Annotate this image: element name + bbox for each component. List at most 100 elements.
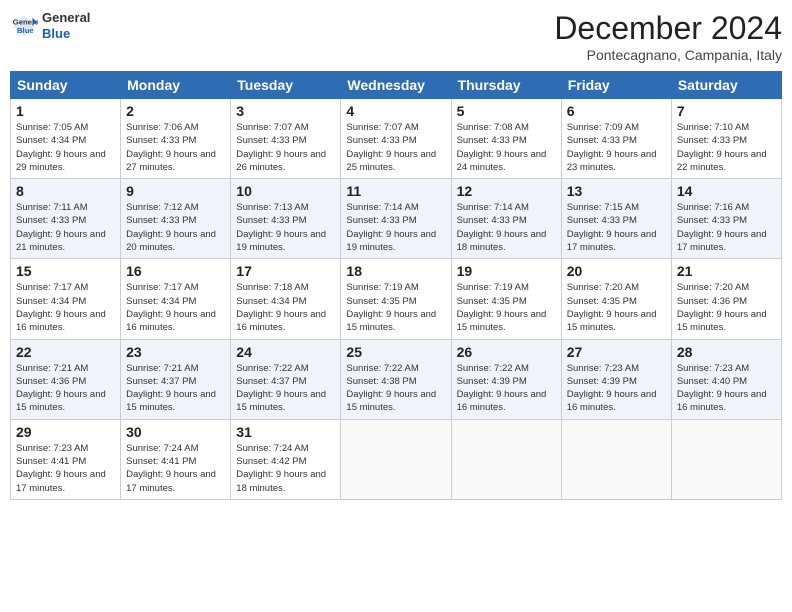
day-info: Sunrise: 7:06 AMSunset: 4:33 PMDaylight:… bbox=[126, 121, 225, 174]
svg-text:Blue: Blue bbox=[17, 26, 34, 35]
logo-blue-text: Blue bbox=[42, 26, 90, 42]
day-info: Sunrise: 7:21 AMSunset: 4:37 PMDaylight:… bbox=[126, 362, 225, 415]
day-info: Sunrise: 7:23 AMSunset: 4:40 PMDaylight:… bbox=[677, 362, 776, 415]
calendar-header-tuesday: Tuesday bbox=[231, 72, 341, 99]
day-number: 23 bbox=[126, 344, 225, 360]
calendar-cell: 16 Sunrise: 7:17 AMSunset: 4:34 PMDayligh… bbox=[121, 259, 231, 339]
day-info: Sunrise: 7:10 AMSunset: 4:33 PMDaylight:… bbox=[677, 121, 776, 174]
day-number: 5 bbox=[457, 103, 556, 119]
day-info: Sunrise: 7:21 AMSunset: 4:36 PMDaylight:… bbox=[16, 362, 115, 415]
calendar-cell: 28 Sunrise: 7:23 AMSunset: 4:40 PMDayligh… bbox=[671, 339, 781, 419]
day-info: Sunrise: 7:11 AMSunset: 4:33 PMDaylight:… bbox=[16, 201, 115, 254]
calendar-cell: 24 Sunrise: 7:22 AMSunset: 4:37 PMDayligh… bbox=[231, 339, 341, 419]
calendar-cell: 15 Sunrise: 7:17 AMSunset: 4:34 PMDayligh… bbox=[11, 259, 121, 339]
day-number: 8 bbox=[16, 183, 115, 199]
day-number: 6 bbox=[567, 103, 666, 119]
day-number: 12 bbox=[457, 183, 556, 199]
calendar-week-row: 15 Sunrise: 7:17 AMSunset: 4:34 PMDayligh… bbox=[11, 259, 782, 339]
calendar-cell: 1 Sunrise: 7:05 AMSunset: 4:34 PMDaylight… bbox=[11, 99, 121, 179]
calendar-cell: 11 Sunrise: 7:14 AMSunset: 4:33 PMDayligh… bbox=[341, 179, 451, 259]
calendar-cell: 23 Sunrise: 7:21 AMSunset: 4:37 PMDayligh… bbox=[121, 339, 231, 419]
day-number: 9 bbox=[126, 183, 225, 199]
calendar-cell bbox=[341, 419, 451, 499]
calendar-cell: 4Sunrise: 7:07 AMSunset: 4:33 PMDaylight… bbox=[341, 99, 451, 179]
day-number: 29 bbox=[16, 424, 115, 440]
calendar-cell: 29 Sunrise: 7:23 AMSunset: 4:41 PMDayligh… bbox=[11, 419, 121, 499]
day-number: 13 bbox=[567, 183, 666, 199]
day-info: Sunrise: 7:07 AMSunset: 4:33 PMDaylight:… bbox=[236, 121, 335, 174]
calendar-week-row: 22 Sunrise: 7:21 AMSunset: 4:36 PMDayligh… bbox=[11, 339, 782, 419]
day-info: Sunrise: 7:16 AMSunset: 4:33 PMDaylight:… bbox=[677, 201, 776, 254]
calendar-cell: 14 Sunrise: 7:16 AMSunset: 4:33 PMDayligh… bbox=[671, 179, 781, 259]
calendar-table: SundayMondayTuesdayWednesdayThursdayFrid… bbox=[10, 71, 782, 500]
page-header: General Blue General Blue December 2024 … bbox=[10, 10, 782, 63]
day-info: Sunrise: 7:07 AMSunset: 4:33 PMDaylight:… bbox=[346, 121, 445, 174]
day-info: Sunrise: 7:24 AMSunset: 4:41 PMDaylight:… bbox=[126, 442, 225, 495]
calendar-cell: 5 Sunrise: 7:08 AMSunset: 4:33 PMDaylight… bbox=[451, 99, 561, 179]
day-number: 19 bbox=[457, 263, 556, 279]
day-number: 16 bbox=[126, 263, 225, 279]
day-info: Sunrise: 7:20 AMSunset: 4:36 PMDaylight:… bbox=[677, 281, 776, 334]
calendar-cell: 18Sunrise: 7:19 AMSunset: 4:35 PMDayligh… bbox=[341, 259, 451, 339]
calendar-header-wednesday: Wednesday bbox=[341, 72, 451, 99]
day-info: Sunrise: 7:23 AMSunset: 4:39 PMDaylight:… bbox=[567, 362, 666, 415]
title-area: December 2024 Pontecagnano, Campania, It… bbox=[554, 10, 782, 63]
day-number: 22 bbox=[16, 344, 115, 360]
day-info: Sunrise: 7:19 AMSunset: 4:35 PMDaylight:… bbox=[346, 281, 445, 334]
calendar-header-sunday: Sunday bbox=[11, 72, 121, 99]
day-number: 10 bbox=[236, 183, 335, 199]
day-info: Sunrise: 7:17 AMSunset: 4:34 PMDaylight:… bbox=[16, 281, 115, 334]
day-number: 31 bbox=[236, 424, 335, 440]
day-info: Sunrise: 7:08 AMSunset: 4:33 PMDaylight:… bbox=[457, 121, 556, 174]
day-info: Sunrise: 7:05 AMSunset: 4:34 PMDaylight:… bbox=[16, 121, 115, 174]
calendar-header-thursday: Thursday bbox=[451, 72, 561, 99]
month-title: December 2024 bbox=[554, 10, 782, 47]
calendar-cell: 19 Sunrise: 7:19 AMSunset: 4:35 PMDayligh… bbox=[451, 259, 561, 339]
calendar-header-row: SundayMondayTuesdayWednesdayThursdayFrid… bbox=[11, 72, 782, 99]
day-info: Sunrise: 7:22 AMSunset: 4:39 PMDaylight:… bbox=[457, 362, 556, 415]
day-number: 20 bbox=[567, 263, 666, 279]
day-number: 11 bbox=[346, 183, 445, 199]
calendar-cell: 20 Sunrise: 7:20 AMSunset: 4:35 PMDayligh… bbox=[561, 259, 671, 339]
day-number: 27 bbox=[567, 344, 666, 360]
day-info: Sunrise: 7:09 AMSunset: 4:33 PMDaylight:… bbox=[567, 121, 666, 174]
calendar-cell: 7 Sunrise: 7:10 AMSunset: 4:33 PMDaylight… bbox=[671, 99, 781, 179]
day-info: Sunrise: 7:12 AMSunset: 4:33 PMDaylight:… bbox=[126, 201, 225, 254]
calendar-cell: 26Sunrise: 7:22 AMSunset: 4:39 PMDayligh… bbox=[451, 339, 561, 419]
day-number: 2 bbox=[126, 103, 225, 119]
day-number: 15 bbox=[16, 263, 115, 279]
day-info: Sunrise: 7:19 AMSunset: 4:35 PMDaylight:… bbox=[457, 281, 556, 334]
calendar-cell: 30 Sunrise: 7:24 AMSunset: 4:41 PMDayligh… bbox=[121, 419, 231, 499]
day-info: Sunrise: 7:13 AMSunset: 4:33 PMDaylight:… bbox=[236, 201, 335, 254]
calendar-cell: 13 Sunrise: 7:15 AMSunset: 4:33 PMDayligh… bbox=[561, 179, 671, 259]
day-number: 14 bbox=[677, 183, 776, 199]
day-info: Sunrise: 7:15 AMSunset: 4:33 PMDaylight:… bbox=[567, 201, 666, 254]
day-info: Sunrise: 7:18 AMSunset: 4:34 PMDaylight:… bbox=[236, 281, 335, 334]
day-info: Sunrise: 7:22 AMSunset: 4:38 PMDaylight:… bbox=[346, 362, 445, 415]
day-number: 21 bbox=[677, 263, 776, 279]
calendar-cell: 12 Sunrise: 7:14 AMSunset: 4:33 PMDayligh… bbox=[451, 179, 561, 259]
day-info: Sunrise: 7:14 AMSunset: 4:33 PMDaylight:… bbox=[457, 201, 556, 254]
calendar-cell: 27 Sunrise: 7:23 AMSunset: 4:39 PMDayligh… bbox=[561, 339, 671, 419]
day-info: Sunrise: 7:20 AMSunset: 4:35 PMDaylight:… bbox=[567, 281, 666, 334]
day-number: 25 bbox=[346, 344, 445, 360]
logo-text: General Blue bbox=[42, 10, 90, 41]
day-info: Sunrise: 7:23 AMSunset: 4:41 PMDaylight:… bbox=[16, 442, 115, 495]
day-info: Sunrise: 7:14 AMSunset: 4:33 PMDaylight:… bbox=[346, 201, 445, 254]
day-number: 24 bbox=[236, 344, 335, 360]
day-number: 30 bbox=[126, 424, 225, 440]
calendar-cell: 22 Sunrise: 7:21 AMSunset: 4:36 PMDayligh… bbox=[11, 339, 121, 419]
calendar-header-friday: Friday bbox=[561, 72, 671, 99]
day-info: Sunrise: 7:17 AMSunset: 4:34 PMDaylight:… bbox=[126, 281, 225, 334]
logo-icon: General Blue bbox=[10, 12, 38, 40]
day-number: 1 bbox=[16, 103, 115, 119]
day-number: 28 bbox=[677, 344, 776, 360]
calendar-header-monday: Monday bbox=[121, 72, 231, 99]
logo: General Blue General Blue bbox=[10, 10, 90, 41]
calendar-cell: 10 Sunrise: 7:13 AMSunset: 4:33 PMDayligh… bbox=[231, 179, 341, 259]
calendar-cell bbox=[561, 419, 671, 499]
day-number: 17 bbox=[236, 263, 335, 279]
day-info: Sunrise: 7:22 AMSunset: 4:37 PMDaylight:… bbox=[236, 362, 335, 415]
day-number: 7 bbox=[677, 103, 776, 119]
calendar-cell: 31Sunrise: 7:24 AMSunset: 4:42 PMDayligh… bbox=[231, 419, 341, 499]
